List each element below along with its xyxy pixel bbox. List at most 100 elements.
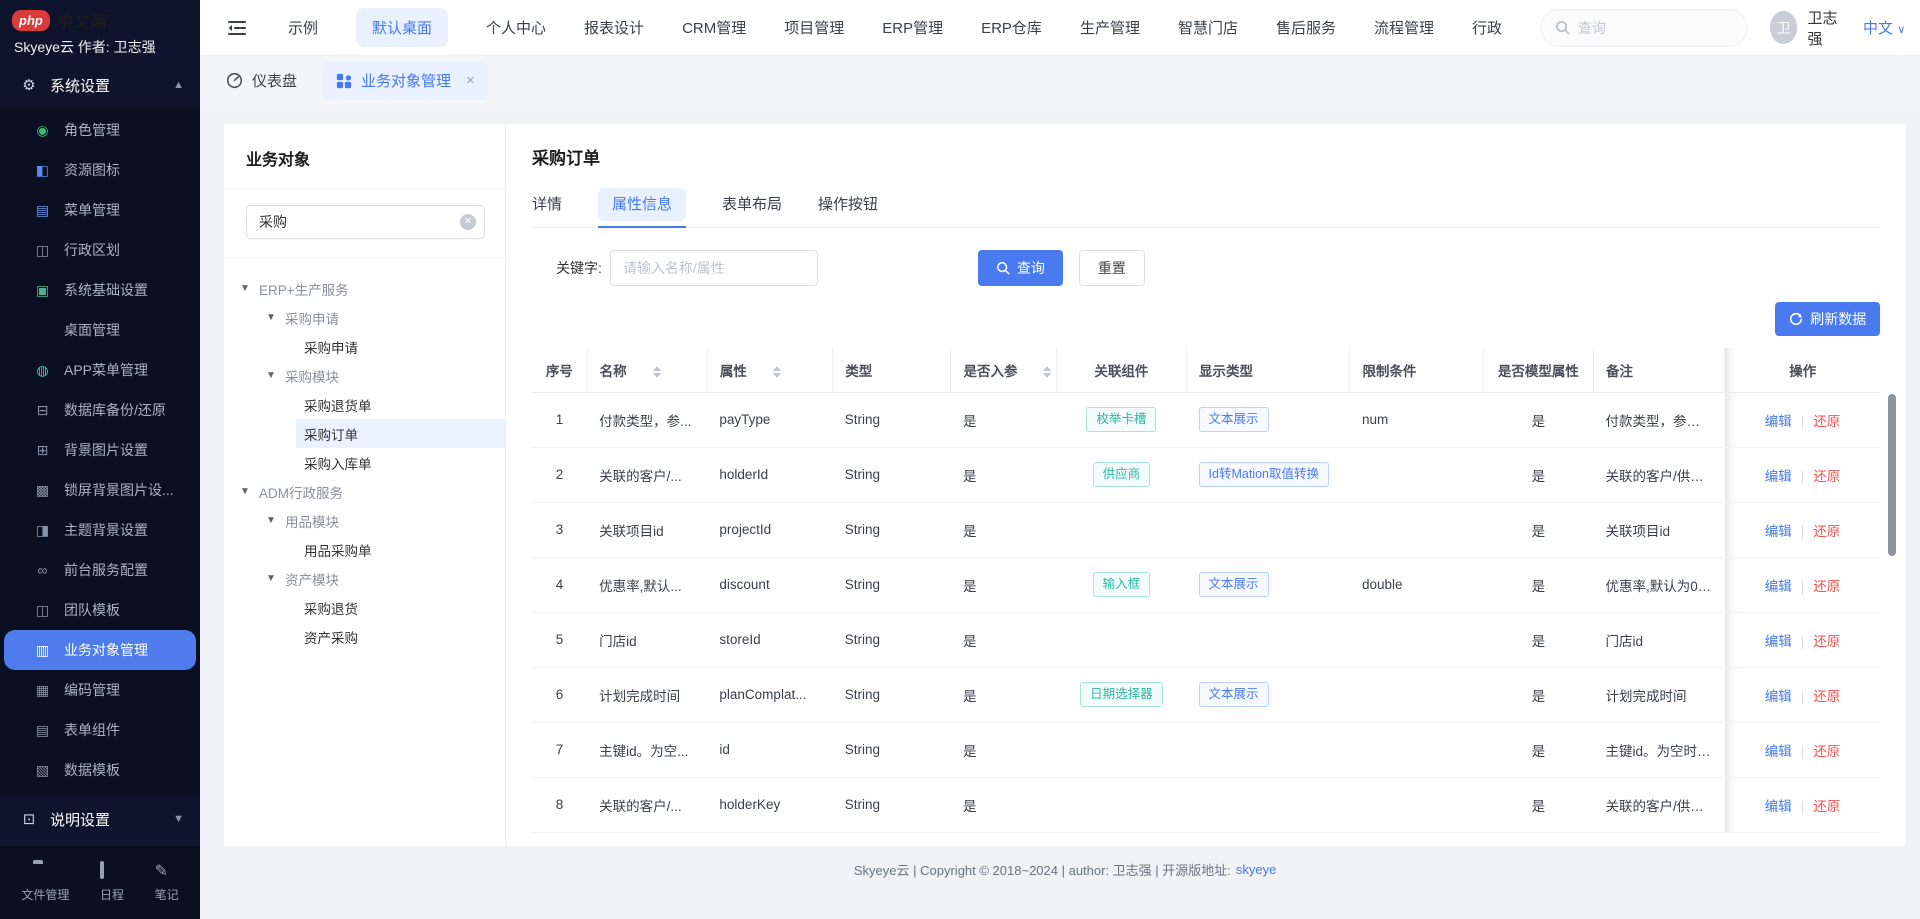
sort-icon[interactable] bbox=[772, 366, 781, 379]
sidebar-item-theme-background[interactable]: ◨ 主题背景设置 bbox=[0, 510, 200, 550]
restore-link[interactable]: 还原 bbox=[1813, 799, 1840, 814]
restore-link[interactable]: 还原 bbox=[1813, 744, 1840, 759]
vertical-scroll-thumb[interactable] bbox=[1888, 394, 1897, 556]
sidebar-item-menu-manage[interactable]: ▤ 菜单管理 bbox=[0, 190, 200, 230]
tree-node[interactable]: 用品采购单 bbox=[224, 535, 505, 564]
close-icon[interactable]: × bbox=[466, 72, 475, 89]
edit-link[interactable]: 编辑 bbox=[1765, 469, 1792, 484]
tab-business-object-management[interactable]: 业务对象管理 × bbox=[323, 61, 488, 100]
edit-link[interactable]: 编辑 bbox=[1765, 744, 1792, 759]
nav-item-3[interactable]: 报表设计 bbox=[584, 17, 644, 38]
nav-item-6[interactable]: ERP管理 bbox=[882, 17, 943, 38]
sidebar-footer-folder[interactable]: 文件管理 bbox=[21, 863, 69, 903]
sidebar-group-monitor[interactable]: ⊡ 说明设置 ▼ bbox=[0, 796, 200, 842]
nav-item-2[interactable]: 个人中心 bbox=[486, 17, 546, 38]
sidebar-item-code-manage[interactable]: ▦ 编码管理 bbox=[0, 670, 200, 710]
sidebar-item-app-menu[interactable]: ◍ APP菜单管理 bbox=[0, 350, 200, 390]
global-search-input[interactable]: 查询 bbox=[1540, 8, 1748, 47]
tree-node[interactable]: 采购订单 bbox=[296, 419, 505, 448]
restore-link[interactable]: 还原 bbox=[1813, 414, 1840, 429]
tree-pane-title: 业务对象 bbox=[224, 146, 505, 189]
search-button[interactable]: 查询 bbox=[977, 250, 1063, 286]
sidebar-item-data-template[interactable]: ▧ 数据模板 bbox=[0, 750, 200, 790]
tree-node[interactable]: 采购退货 bbox=[224, 593, 505, 622]
restore-link[interactable]: 还原 bbox=[1813, 524, 1840, 539]
edit-link[interactable]: 编辑 bbox=[1765, 414, 1792, 429]
tree-node[interactable]: ▼ 采购模块 bbox=[224, 361, 505, 390]
nav-item-9[interactable]: 智慧门店 bbox=[1178, 17, 1238, 38]
tree-node[interactable]: 采购退货单 bbox=[224, 390, 505, 419]
clear-icon[interactable]: ✕ bbox=[460, 214, 476, 230]
sidebar-item-system-base[interactable]: ▣ 系统基础设置 bbox=[0, 270, 200, 310]
tree-node[interactable]: 资产采购 bbox=[224, 622, 505, 651]
opensource-link[interactable]: skyeye bbox=[1236, 862, 1276, 877]
nav-item-0[interactable]: 示例 bbox=[288, 17, 318, 38]
tree-node[interactable]: ▼ ERP+生产服务 bbox=[224, 274, 505, 303]
tree-node[interactable]: ▼ ADM行政服务 bbox=[224, 477, 505, 506]
tree-node[interactable]: ▼ 采购申请 bbox=[224, 303, 505, 332]
language-switcher[interactable]: 中文 ∨ bbox=[1863, 17, 1905, 38]
app-menu-icon: ◍ bbox=[36, 361, 49, 378]
edit-link[interactable]: 编辑 bbox=[1765, 524, 1792, 539]
column-header-2[interactable]: 属性 bbox=[707, 348, 834, 393]
cell-index: 3 bbox=[532, 502, 588, 558]
detail-tab-1[interactable]: 属性信息 bbox=[598, 188, 687, 228]
sort-desc-icon bbox=[772, 373, 781, 379]
cell-actions: 编辑 | 还原 bbox=[1724, 447, 1881, 503]
edit-link[interactable]: 编辑 bbox=[1765, 579, 1792, 594]
restore-link[interactable]: 还原 bbox=[1813, 469, 1840, 484]
sidebar-item-resource[interactable]: ◧ 资源图标 bbox=[0, 150, 200, 190]
sidebar-item-front-service[interactable]: ∞ 前台服务配置 bbox=[0, 550, 200, 590]
sidebar-item-database[interactable]: ⊟ 数据库备份/还原 bbox=[0, 390, 200, 430]
menu-collapse-icon[interactable] bbox=[226, 17, 248, 39]
reset-button[interactable]: 重置 bbox=[1078, 250, 1145, 286]
cell-component bbox=[1056, 722, 1187, 778]
restore-link[interactable]: 还原 bbox=[1813, 689, 1840, 704]
sidebar-item-business-object[interactable]: ▥ 业务对象管理 bbox=[4, 630, 196, 670]
sidebar-item-region[interactable]: ◫ 行政区划 bbox=[0, 230, 200, 270]
nav-item-11[interactable]: 流程管理 bbox=[1374, 17, 1434, 38]
sidebar-item-plain[interactable]: 桌面管理 bbox=[0, 310, 200, 350]
main-column: 示例 默认桌面 个人中心 报表设计 CRM管理 项目管理 ERP管理 ERP仓库 生产管理 智慧门… bbox=[200, 0, 1920, 919]
nav-item-1[interactable]: 默认桌面 bbox=[356, 8, 449, 47]
column-header-4[interactable]: 是否入参 bbox=[950, 348, 1057, 393]
sidebar-item-team-template[interactable]: ◫ 团队模板 bbox=[0, 590, 200, 630]
tree-node[interactable]: ▼ 用品模块 bbox=[224, 506, 505, 535]
nav-item-7[interactable]: ERP仓库 bbox=[981, 17, 1042, 38]
sidebar-item-form-component[interactable]: ▤ 表单组件 bbox=[0, 710, 200, 750]
nav-item-8[interactable]: 生产管理 bbox=[1080, 17, 1140, 38]
column-header-1[interactable]: 名称 bbox=[587, 348, 708, 393]
sidebar-group-system-settings[interactable]: ⚙ 系统设置 ▲ bbox=[0, 62, 200, 108]
restore-link[interactable]: 还原 bbox=[1813, 579, 1840, 594]
restore-link[interactable]: 还原 bbox=[1813, 634, 1840, 649]
sidebar-item-role[interactable]: ◉ 角色管理 bbox=[0, 110, 200, 150]
sidebar-footer-calendar[interactable]: 日程 bbox=[99, 860, 124, 903]
detail-tab-3[interactable]: 操作按钮 bbox=[818, 193, 878, 227]
avatar[interactable]: 卫 bbox=[1769, 11, 1798, 44]
nav-item-12[interactable]: 行政 bbox=[1472, 17, 1502, 38]
sidebar-item-lockscreen-image[interactable]: ▩ 锁屏背景图片设... bbox=[0, 470, 200, 510]
sidebar-item-background-image[interactable]: ⊞ 背景图片设置 bbox=[0, 430, 200, 470]
sidebar-footer-note[interactable]: ✎ 笔记 bbox=[155, 863, 179, 903]
nav-item-5[interactable]: 项目管理 bbox=[784, 17, 844, 38]
tree-node[interactable]: ▼ 资产模块 bbox=[224, 564, 505, 593]
detail-tab-0[interactable]: 详情 bbox=[532, 193, 562, 227]
edit-link[interactable]: 编辑 bbox=[1765, 634, 1792, 649]
detail-tab-2[interactable]: 表单布局 bbox=[722, 193, 782, 227]
component-tag: 文本展示 bbox=[1198, 407, 1269, 432]
edit-link[interactable]: 编辑 bbox=[1765, 689, 1792, 704]
edit-link[interactable]: 编辑 bbox=[1765, 799, 1792, 814]
keyword-input[interactable] bbox=[609, 250, 818, 286]
nav-item-4[interactable]: CRM管理 bbox=[682, 17, 746, 38]
user-name[interactable]: 卫志强 bbox=[1807, 7, 1845, 49]
sort-icon[interactable] bbox=[1043, 366, 1052, 379]
detail-tab-label: 表单布局 bbox=[722, 196, 783, 213]
refresh-data-button[interactable]: 刷新数据 bbox=[1775, 302, 1881, 336]
cell-type: String bbox=[832, 392, 951, 448]
tree-node[interactable]: 采购申请 bbox=[224, 332, 505, 361]
sort-icon[interactable] bbox=[652, 366, 661, 379]
tab-dashboard[interactable]: 仪表盘 bbox=[226, 61, 297, 100]
nav-item-10[interactable]: 售后服务 bbox=[1276, 17, 1336, 38]
tree-node[interactable]: 采购入库单 bbox=[224, 448, 505, 477]
tree-search-input[interactable] bbox=[246, 205, 485, 239]
